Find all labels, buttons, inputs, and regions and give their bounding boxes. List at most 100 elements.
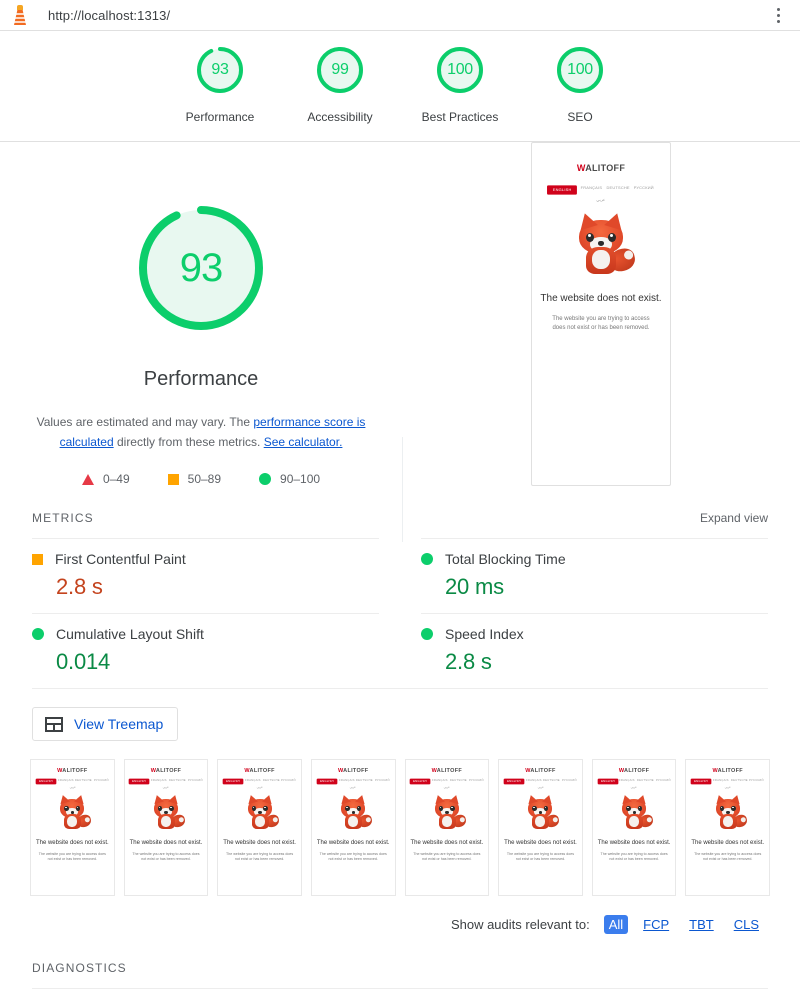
language-option-deutsche: DEUTSCHE [356, 778, 374, 783]
legend-item-pass: 90–100 [259, 472, 320, 486]
filter-chip-tbt[interactable]: TBT [684, 915, 719, 934]
score-gauge-performance[interactable]: 93 Performance [160, 46, 280, 124]
language-option-russian: РУССКИЙ [281, 778, 297, 783]
score-gauge-accessibility[interactable]: 99 Accessibility [280, 46, 400, 124]
page-title: Performance [143, 368, 259, 390]
circle-icon [32, 628, 44, 640]
language-option-deutsche: DEUTSCHE [449, 778, 467, 783]
preview-paragraph: The website you are trying to access doe… [506, 852, 574, 861]
see-calculator-link[interactable]: See calculator. [264, 435, 343, 449]
metric-speed-index[interactable]: Speed Index 2.8 s [421, 613, 768, 688]
metric-first-contentful-paint[interactable]: First Contentful Paint 2.8 s [32, 538, 379, 613]
treemap-section: View Treemap [0, 689, 800, 741]
language-option-english: ENGLISH [547, 185, 578, 195]
metric-name: First Contentful Paint [55, 551, 186, 567]
language-switcher: ENGLISH FRANÇAIS DEUTSCHE РУССКИЙ عربي [596, 778, 673, 790]
filmstrip-frame: WALITOFF ENGLISH FRANÇAIS DEUTSCHE РУССКИЙ عر… [591, 759, 677, 896]
language-option-francais: FRANÇAIS [619, 778, 636, 783]
score-gauge-best-practices[interactable]: 100 Best Practices [400, 46, 520, 124]
page-url[interactable]: http://localhost:1313/ [48, 8, 170, 23]
audit-filter-label: Show audits relevant to: [450, 917, 590, 932]
kebab-menu-icon[interactable] [766, 3, 790, 27]
language-option-arabic: عربي [630, 785, 638, 790]
preview-heading: The website does not exist. [35, 840, 109, 846]
category-score-header: 93 Performance 99 Accessibility 100 Best… [0, 31, 800, 142]
metric-name: Total Blocking Time [445, 551, 566, 567]
filmstrip-frame: WALITOFF ENGLISH FRANÇAIS DEUTSCHE РУССКИЙ عر… [498, 759, 583, 896]
language-option-russian: РУССКИЙ [749, 778, 765, 783]
language-option-russian: РУССКИЙ [375, 778, 390, 783]
gauge-accessibility: 99 [316, 46, 364, 94]
fox-mascot-icon [336, 793, 374, 831]
metric-total-blocking-time[interactable]: Total Blocking Time 20 ms [421, 538, 768, 613]
preview-paragraph: The website you are trying to access doe… [413, 852, 481, 861]
language-option-deutsche: DEUTSCHE [75, 778, 93, 783]
hero-left-column: 93 Performance Values are estimated and … [0, 200, 402, 486]
language-switcher: ENGLISH FRANÇAIS DEUTSCHE РУССКИЙ عربي [315, 778, 392, 790]
language-option-english: ENGLISH [35, 778, 57, 785]
language-option-francais: FRANÇAIS [713, 778, 729, 783]
site-logo: WALITOFF [431, 768, 463, 774]
site-logo: WALITOFF [576, 163, 626, 173]
metric-value: 0.014 [56, 649, 111, 674]
language-option-arabic: عربي [350, 785, 357, 790]
expand-view-button[interactable]: Expand view [700, 511, 768, 525]
language-option-arabic: عربي [537, 785, 544, 790]
diagnostics-section-header: DIAGNOSTICS [0, 961, 800, 975]
metrics-section-header: METRICS Expand view [0, 511, 800, 525]
language-option-francais: FRANÇAIS [57, 778, 74, 783]
square-icon [167, 473, 179, 485]
filter-chip-all[interactable]: All [603, 915, 629, 934]
preview-paragraph: The website you are trying to access doe… [552, 316, 650, 331]
audit-filter-row: Show audits relevant to: All FCP TBT CLS [0, 915, 800, 934]
score-label: Best Practices [421, 110, 499, 124]
score-gauge-seo[interactable]: 100 SEO [520, 46, 640, 124]
fox-mascot-icon [711, 793, 748, 831]
language-option-english: ENGLISH [222, 778, 244, 785]
language-option-deutsche: DEUTSCHE [543, 778, 561, 783]
language-option-arabic: عربي [69, 785, 76, 790]
performance-score-value: 93 [179, 245, 224, 290]
language-option-english: ENGLISH [597, 778, 618, 785]
score-disclaimer: Values are estimated and may vary. The p… [31, 412, 371, 452]
language-option-english: ENGLISH [316, 778, 337, 785]
legend-label: 50–89 [187, 472, 222, 486]
language-option-english: ENGLISH [690, 778, 712, 785]
language-option-arabic: عربي [724, 785, 731, 790]
browser-topbar: http://localhost:1313/ [0, 0, 800, 31]
legend-item-fail: 0–49 [81, 472, 130, 486]
language-option-english: ENGLISH [409, 778, 431, 785]
legend-label: 90–100 [280, 472, 321, 486]
language-switcher: ENGLISH FRANÇAIS DEUTSCHE РУССКИЙ عربي [34, 778, 111, 790]
fox-mascot-icon [149, 793, 187, 831]
preview-paragraph: The website you are trying to access doe… [319, 852, 387, 861]
score-legend: 0–49 50–89 90–100 [81, 472, 320, 486]
audited-page-preview: WALITOFF ENGLISH FRANÇAIS DEUTSCHE РУССК… [538, 163, 664, 333]
preview-paragraph: The website you are trying to access doe… [132, 852, 200, 861]
language-option-russian: РУССКИЙ [94, 778, 109, 783]
language-option-francais: FRANÇAIS [525, 778, 542, 783]
preview-heading: The website does not exist. [316, 840, 390, 846]
language-switcher: ENGLISH FRANÇAIS DEUTSCHE РУССКИЙ عربي [502, 778, 579, 790]
diagnostics-title: DIAGNOSTICS [32, 961, 127, 975]
fox-mascot-icon [617, 793, 655, 831]
hero-divider [402, 437, 403, 542]
preview-heading: The website does not exist. [540, 293, 662, 304]
view-treemap-button[interactable]: View Treemap [32, 707, 179, 741]
language-switcher: ENGLISH FRANÇAIS DEUTSCHE РУССКИЙ عربي [689, 778, 766, 790]
final-screenshot[interactable]: WALITOFF ENGLISH FRANÇAIS DEUTSCHE РУССК… [531, 142, 671, 486]
filter-chip-cls[interactable]: CLS [729, 915, 764, 934]
metrics-title: METRICS [32, 511, 94, 525]
site-logo: WALITOFF [525, 768, 556, 774]
language-switcher: ENGLISH FRANÇAIS DEUTSCHE РУССКИЙ عربي [409, 778, 486, 789]
metric-cumulative-layout-shift[interactable]: Cumulative Layout Shift 0.014 [32, 613, 379, 688]
legend-label: 0–49 [102, 472, 130, 486]
fox-mascot-icon [55, 793, 93, 831]
fox-mascot-icon [523, 793, 561, 831]
filter-chip-fcp[interactable]: FCP [638, 915, 674, 934]
metric-name: Speed Index [445, 626, 524, 642]
language-option-francais: FRANÇAIS [580, 185, 603, 190]
preview-heading: The website does not exist. [129, 840, 203, 846]
circle-icon [421, 628, 433, 640]
language-option-deutsche: DEUTSCHE [262, 778, 280, 783]
